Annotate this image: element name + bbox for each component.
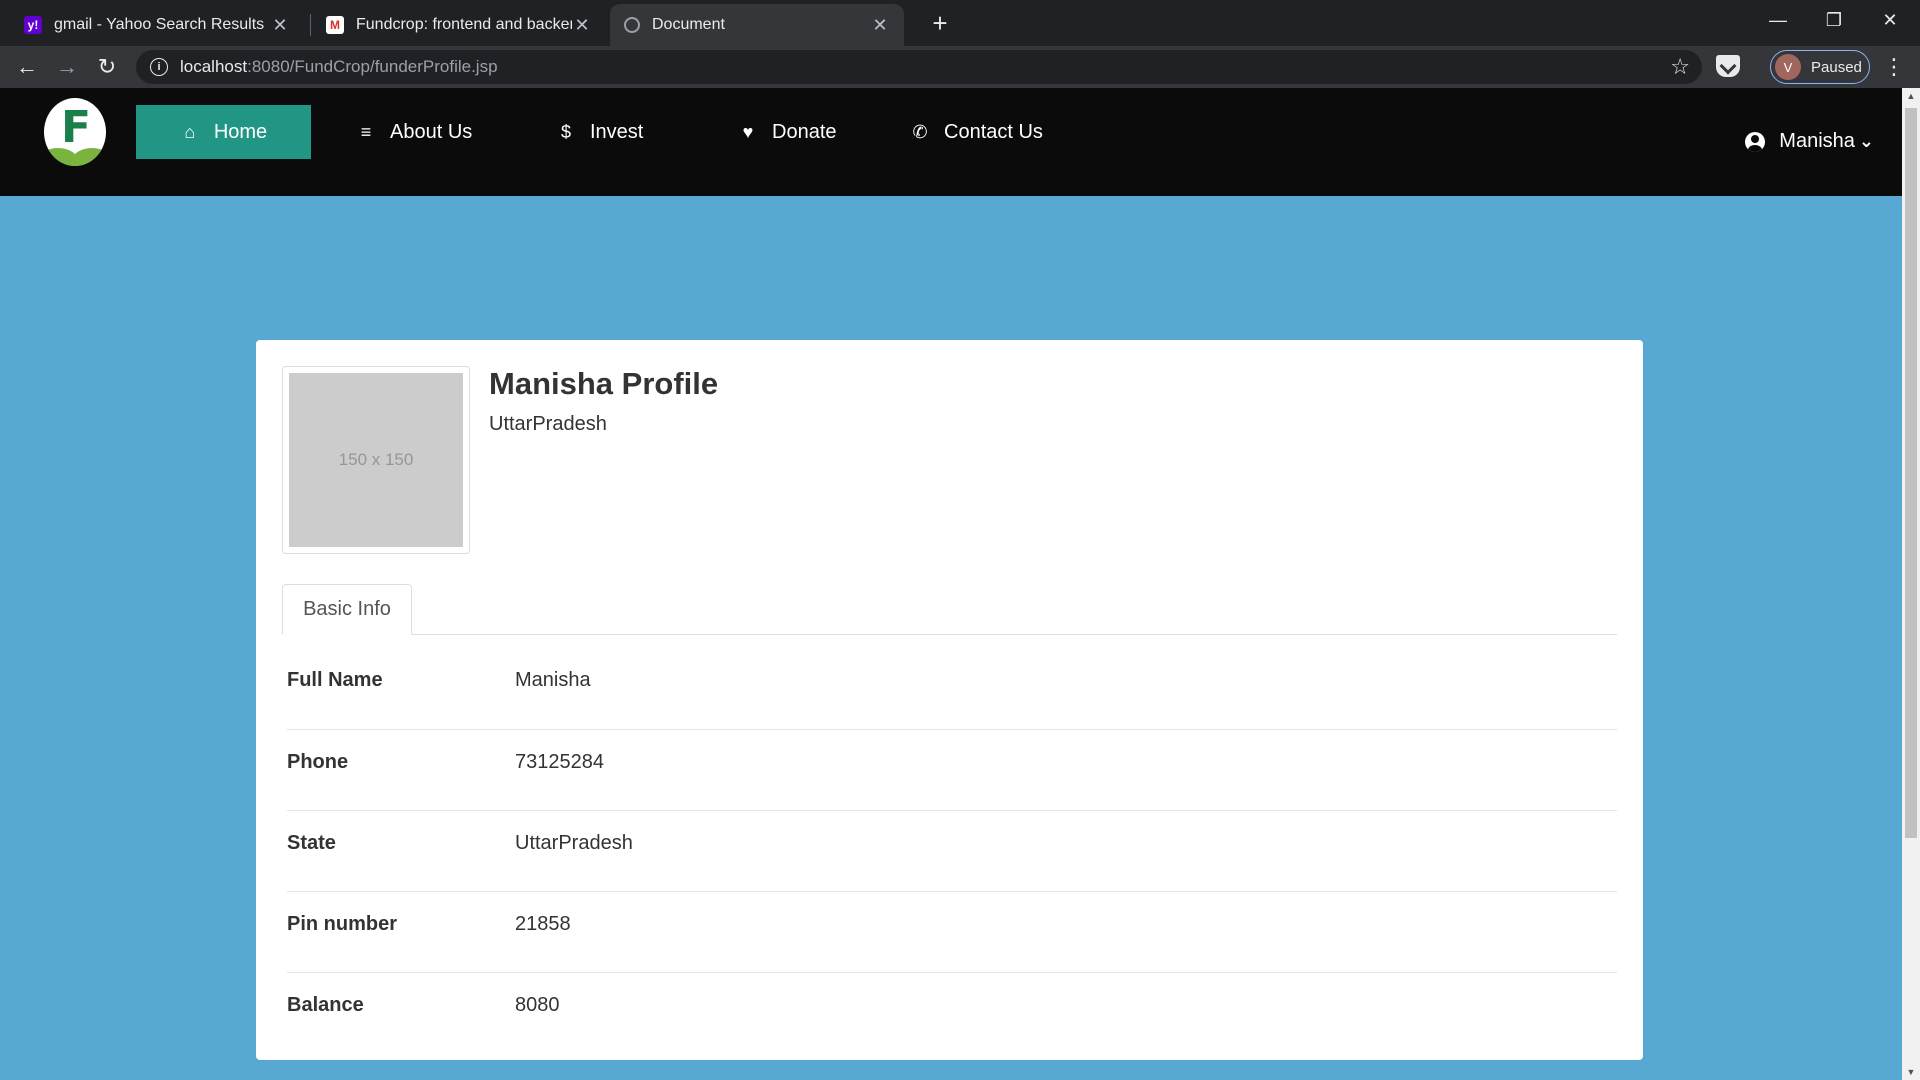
scroll-down-icon[interactable]: ▼ bbox=[1902, 1064, 1920, 1080]
nav-contact-us[interactable]: ✆ Contact Us bbox=[910, 105, 1043, 159]
tab-title: Fundcrop: frontend and backend bbox=[356, 16, 572, 33]
tab-title: gmail - Yahoo Search Results bbox=[54, 16, 265, 33]
close-window-icon[interactable]: ✕ bbox=[1862, 0, 1918, 40]
nav-home[interactable]: ⌂ Home bbox=[136, 105, 311, 159]
yahoo-icon: y! bbox=[24, 16, 42, 34]
user-name: Manisha bbox=[1779, 130, 1855, 152]
fundcrop-logo[interactable]: F bbox=[44, 98, 106, 166]
nav-donate[interactable]: ♥ Donate bbox=[738, 105, 837, 159]
profile-status: Paused bbox=[1811, 58, 1862, 76]
profile-button[interactable]: V Paused bbox=[1770, 50, 1870, 84]
close-tab-icon[interactable]: ✕ bbox=[870, 15, 890, 36]
info-row-pin: Pin number 21858 bbox=[287, 884, 1617, 965]
nav-invest[interactable]: $ Invest bbox=[556, 105, 643, 159]
nav-about-us[interactable]: ≡ About Us bbox=[356, 105, 473, 159]
avatar: V bbox=[1775, 54, 1801, 80]
info-row-full-name: Full Name Manisha bbox=[287, 640, 1617, 721]
row-value: UttarPradesh bbox=[515, 832, 633, 854]
gmail-icon: M bbox=[326, 16, 344, 34]
profile-image: 150 x 150 bbox=[282, 366, 470, 554]
profile-card: 150 x 150 Manisha Profile UttarPradesh B… bbox=[256, 340, 1643, 1060]
browser-toolbar: ← → ↻ i localhost:8080/FundCrop/funderPr… bbox=[0, 46, 1920, 88]
url-host: localhost bbox=[180, 57, 248, 76]
row-value: 73125284 bbox=[515, 751, 604, 773]
row-label: Pin number bbox=[287, 913, 398, 935]
bookmark-star-icon[interactable]: ☆ bbox=[1670, 54, 1690, 80]
restore-icon[interactable]: ❐ bbox=[1806, 0, 1862, 40]
browser-tab-strip: y! gmail - Yahoo Search Results ✕ M Fund… bbox=[0, 0, 1920, 46]
nav-label: Donate bbox=[772, 120, 837, 143]
logo-letter: F bbox=[61, 102, 92, 153]
page-scrollbar[interactable]: ▲ ▼ bbox=[1902, 88, 1920, 1080]
heart-icon: ♥ bbox=[742, 121, 754, 142]
address-bar[interactable]: i localhost:8080/FundCrop/funderProfile.… bbox=[136, 50, 1702, 84]
row-label: Balance bbox=[287, 994, 364, 1016]
row-value: 8080 bbox=[515, 994, 560, 1016]
tab-basic-info[interactable]: Basic Info bbox=[282, 584, 412, 635]
browser-menu-icon[interactable]: ⋮ bbox=[1882, 54, 1906, 80]
site-navbar: F ⌂ Home ≡ About Us $ Invest ♥ Donate ✆ … bbox=[0, 88, 1902, 196]
page-viewport: F ⌂ Home ≡ About Us $ Invest ♥ Donate ✆ … bbox=[0, 88, 1920, 1080]
close-tab-icon[interactable]: ✕ bbox=[572, 15, 592, 36]
close-tab-icon[interactable]: ✕ bbox=[270, 15, 290, 36]
nav-label: Contact Us bbox=[944, 120, 1043, 143]
dollar-icon: $ bbox=[560, 121, 571, 142]
scrollbar-thumb[interactable] bbox=[1905, 108, 1917, 838]
list-icon: ≡ bbox=[360, 121, 372, 142]
tab-divider bbox=[310, 14, 311, 36]
row-value: 21858 bbox=[515, 913, 571, 935]
profile-subtitle: UttarPradesh bbox=[489, 413, 607, 435]
nav-label: About Us bbox=[390, 120, 473, 143]
browser-tab-document[interactable]: Document ✕ bbox=[610, 4, 904, 46]
globe-icon bbox=[624, 17, 640, 33]
nav-label: Invest bbox=[590, 120, 644, 143]
row-label: Full Name bbox=[287, 669, 383, 691]
chevron-down-icon: ⌄ bbox=[1858, 131, 1874, 151]
site-info-icon[interactable]: i bbox=[150, 58, 168, 76]
nav-label: Home bbox=[213, 120, 268, 143]
reload-icon[interactable]: ↻ bbox=[90, 50, 124, 84]
info-row-phone: Phone 73125284 bbox=[287, 722, 1617, 803]
tabs-border bbox=[282, 634, 1617, 635]
back-icon[interactable]: ← bbox=[10, 50, 44, 84]
minimize-icon[interactable]: — bbox=[1750, 0, 1806, 40]
new-tab-button[interactable]: + bbox=[922, 6, 958, 42]
row-label: Phone bbox=[287, 751, 349, 773]
image-placeholder: 150 x 150 bbox=[289, 373, 463, 547]
browser-tab-yahoo[interactable]: y! gmail - Yahoo Search Results ✕ bbox=[10, 4, 304, 46]
forward-icon[interactable]: → bbox=[50, 50, 84, 84]
row-label: State bbox=[287, 832, 336, 854]
home-icon: ⌂ bbox=[184, 121, 196, 142]
row-value: Manisha bbox=[515, 669, 591, 691]
url-path: :8080/FundCrop/funderProfile.jsp bbox=[247, 57, 498, 76]
profile-title: Manisha Profile bbox=[489, 366, 719, 401]
user-circle-icon bbox=[1745, 131, 1766, 152]
phone-icon: ✆ bbox=[912, 121, 928, 142]
browser-tab-fundcrop[interactable]: M Fundcrop: frontend and backend ✕ bbox=[312, 4, 606, 46]
tab-title: Document bbox=[652, 16, 725, 33]
pocket-extension-icon[interactable] bbox=[1716, 55, 1740, 77]
info-row-balance: Balance 8080 bbox=[287, 965, 1617, 1046]
info-row-state: State UttarPradesh bbox=[287, 803, 1617, 884]
user-dropdown[interactable]: Manisha ⌄ bbox=[1745, 130, 1874, 153]
scroll-up-icon[interactable]: ▲ bbox=[1902, 88, 1920, 104]
